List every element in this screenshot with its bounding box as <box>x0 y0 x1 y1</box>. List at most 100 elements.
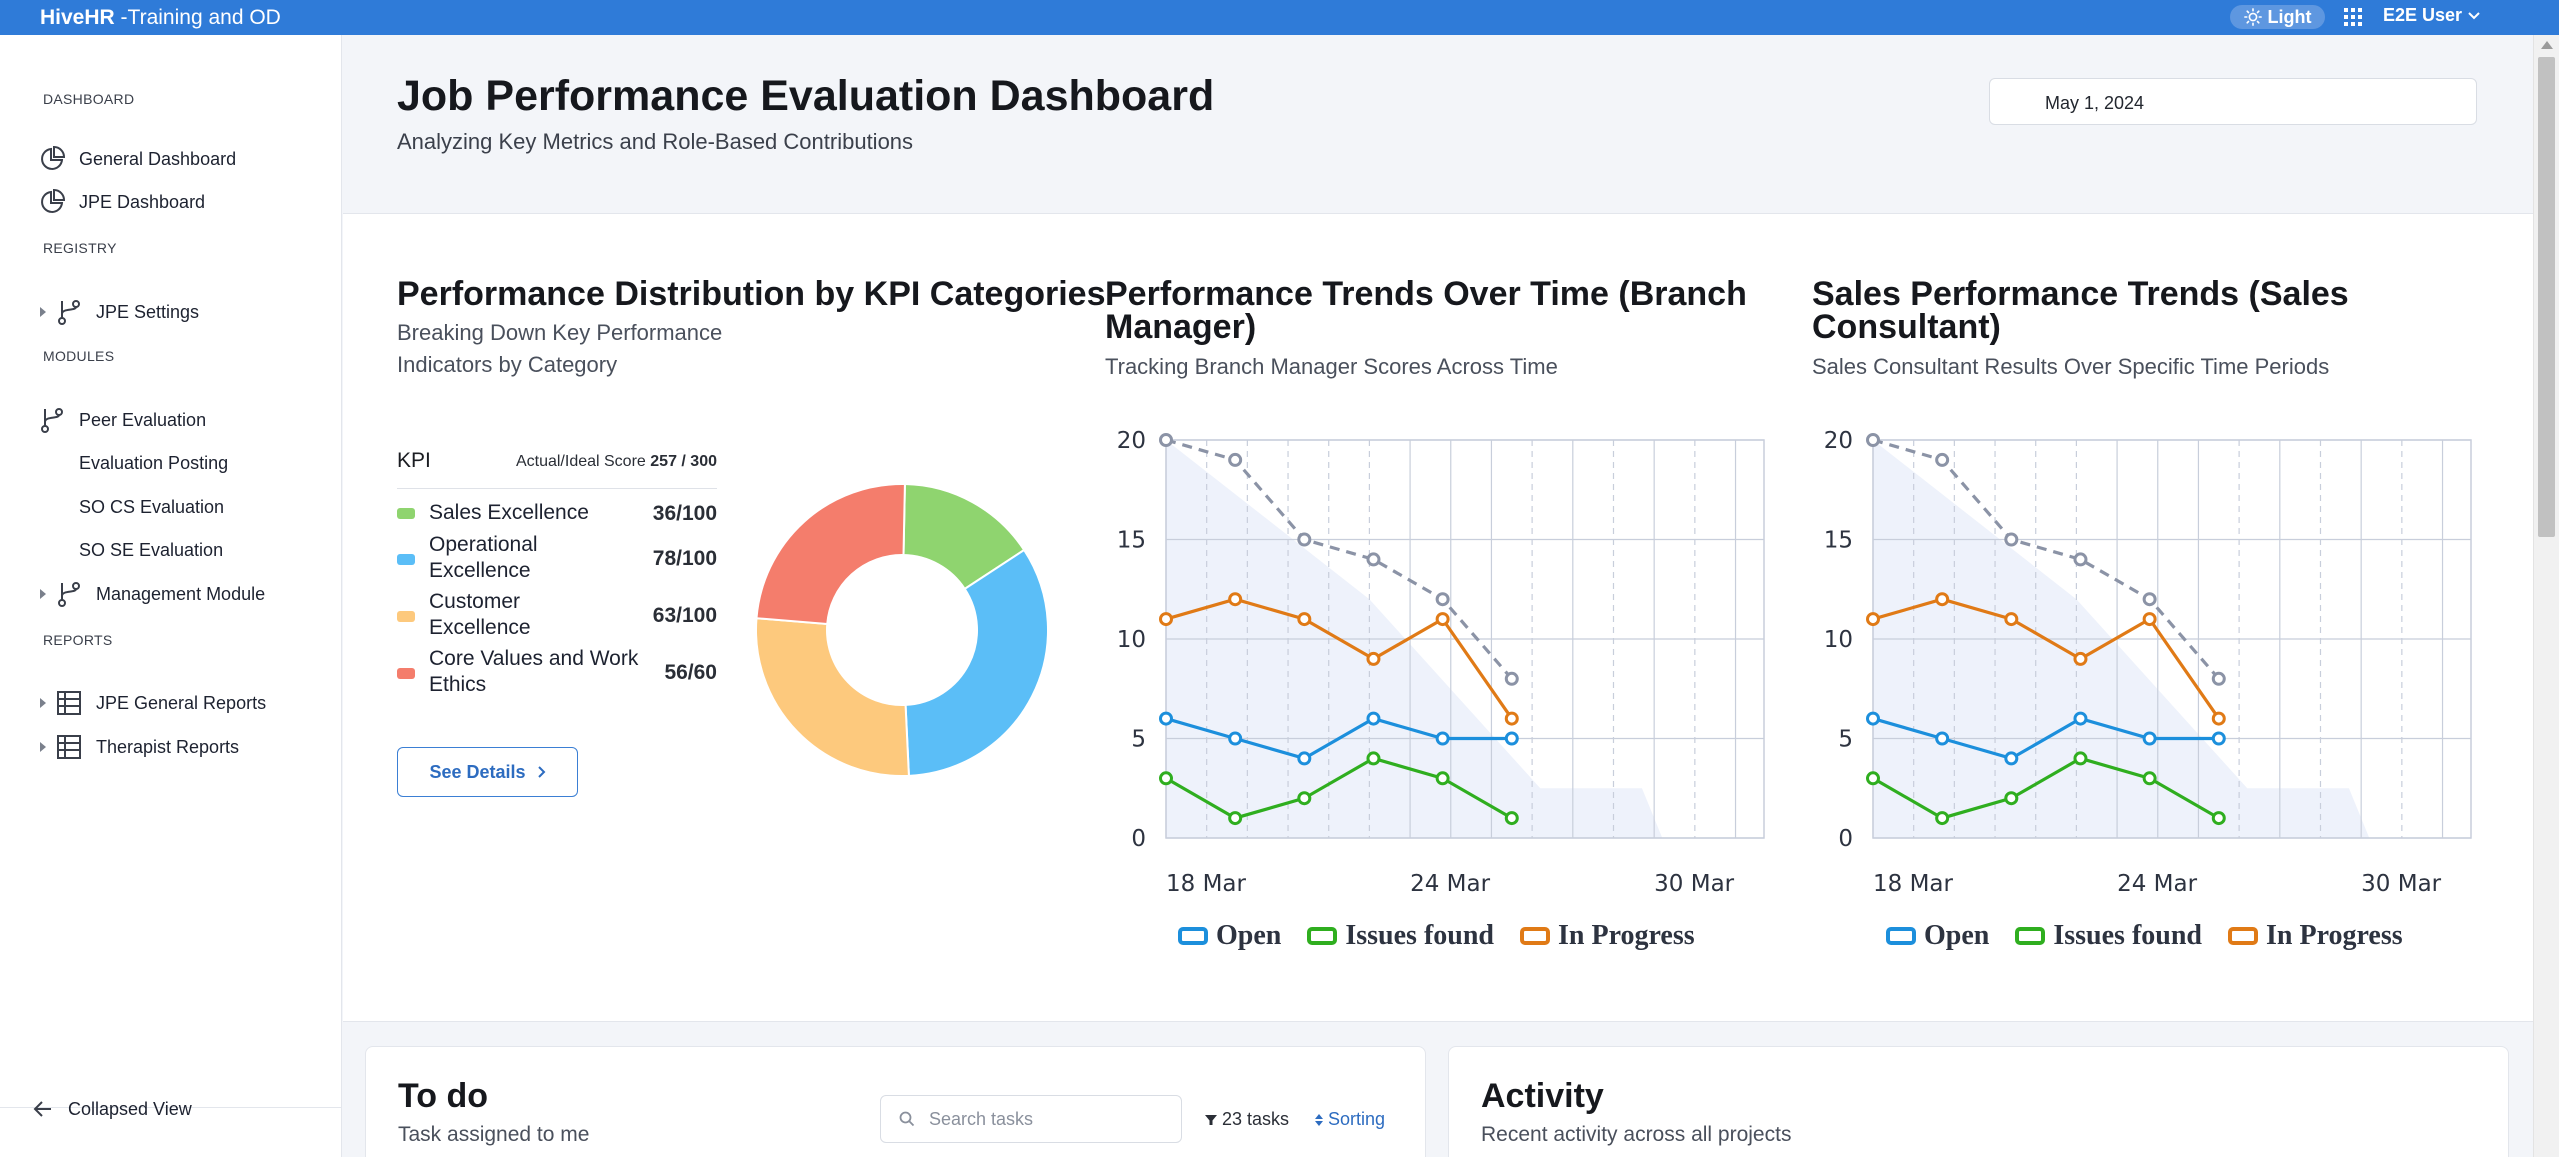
sidebar: DASHBOARD General Dashboard JPE Dashboar… <box>0 35 342 1157</box>
data-point[interactable] <box>2073 552 2088 567</box>
apps-grid-icon[interactable] <box>2343 7 2363 27</box>
data-point[interactable] <box>1228 452 1243 467</box>
x-tick-label: 18 Mar <box>1873 871 1954 897</box>
donut-slice[interactable] <box>904 548 1049 777</box>
data-point[interactable] <box>2142 592 2157 607</box>
data-point[interactable] <box>1504 671 1519 686</box>
data-point[interactable] <box>1228 592 1243 607</box>
data-point[interactable] <box>2073 751 2088 766</box>
sidebar-item-therapist-reports[interactable]: Therapist Reports <box>0 729 342 765</box>
data-point[interactable] <box>1159 771 1173 786</box>
donut-slice[interactable] <box>755 483 906 626</box>
legend-item-issues-found[interactable]: Issues found <box>1307 920 1494 952</box>
data-point[interactable] <box>2073 711 2088 726</box>
page-title: Job Performance Evaluation Dashboard <box>397 72 1215 120</box>
scroll-up-arrow[interactable] <box>2541 41 2553 49</box>
branch-icon <box>58 582 80 607</box>
legend-item-open[interactable]: Open <box>1886 920 1989 952</box>
data-point[interactable] <box>1159 711 1173 726</box>
kpi-score: 36/100 <box>652 502 717 525</box>
scrollbar[interactable] <box>2533 35 2559 1157</box>
x-tick-label: 30 Mar <box>2361 871 2442 897</box>
data-point[interactable] <box>1297 791 1312 806</box>
chevron-down-icon <box>2468 11 2480 19</box>
data-point[interactable] <box>1435 592 1450 607</box>
sidebar-item-so-cs-evaluation[interactable]: SO CS Evaluation <box>0 489 342 525</box>
sidebar-item-evaluation-posting[interactable]: Evaluation Posting <box>0 445 342 481</box>
donut-slice[interactable] <box>755 617 910 777</box>
legend-item-open[interactable]: Open <box>1178 920 1281 952</box>
data-point[interactable] <box>1159 612 1173 627</box>
data-point[interactable] <box>1297 612 1312 627</box>
task-search[interactable] <box>880 1095 1182 1143</box>
data-point[interactable] <box>2004 791 2019 806</box>
kpi-name: Customer Excellence <box>429 590 531 639</box>
data-point[interactable] <box>1866 711 1880 726</box>
data-point[interactable] <box>1366 751 1381 766</box>
x-tick-label: 24 Mar <box>1410 871 1491 897</box>
data-point[interactable] <box>2142 771 2157 786</box>
data-point[interactable] <box>2142 731 2157 746</box>
data-point[interactable] <box>1504 731 1519 746</box>
data-point[interactable] <box>1159 433 1173 447</box>
task-filter[interactable]: 23 tasks <box>1204 1109 1289 1130</box>
sales-trend-legend: Open Issues found In Progress <box>1886 920 2403 952</box>
data-point[interactable] <box>1228 811 1243 826</box>
data-point[interactable] <box>2004 751 2019 766</box>
app-brand[interactable]: HiveHR -Training and OD <box>40 6 281 30</box>
data-point[interactable] <box>1435 771 1450 786</box>
sidebar-item-jpe-settings[interactable]: JPE Settings <box>0 294 342 330</box>
data-point[interactable] <box>2211 671 2226 686</box>
data-point[interactable] <box>1297 751 1312 766</box>
data-point[interactable] <box>1935 811 1950 826</box>
y-tick-label: 20 <box>1117 428 1146 454</box>
data-point[interactable] <box>2073 651 2088 666</box>
collapse-sidebar-button[interactable]: Collapsed View <box>32 1098 192 1120</box>
activity-card: Activity Recent activity across all proj… <box>1448 1046 2509 1157</box>
sidebar-item-general-dashboard[interactable]: General Dashboard <box>0 141 342 177</box>
legend-item-issues-found[interactable]: Issues found <box>2015 920 2202 952</box>
data-point[interactable] <box>1504 811 1519 826</box>
data-point[interactable] <box>1297 532 1312 547</box>
data-point[interactable] <box>1366 711 1381 726</box>
sidebar-item-management-module[interactable]: Management Module <box>0 576 342 612</box>
see-details-button[interactable]: See Details <box>397 747 578 797</box>
x-tick-label: 30 Mar <box>1654 871 1735 897</box>
todo-card: To do Task assigned to me 23 tasks Sorti… <box>365 1046 1426 1157</box>
data-point[interactable] <box>1935 452 1950 467</box>
sidebar-item-so-se-evaluation[interactable]: SO SE Evaluation <box>0 532 342 568</box>
data-point[interactable] <box>2211 811 2226 826</box>
legend-swatch <box>397 611 415 622</box>
data-point[interactable] <box>1435 612 1450 627</box>
kpi-score: 78/100 <box>652 547 717 570</box>
data-point[interactable] <box>2004 612 2019 627</box>
data-point[interactable] <box>1504 711 1519 726</box>
sidebar-item-jpe-general-reports[interactable]: JPE General Reports <box>0 685 342 721</box>
data-point[interactable] <box>2142 612 2157 627</box>
theme-toggle[interactable]: Light <box>2230 5 2325 29</box>
data-point[interactable] <box>2211 731 2226 746</box>
sidebar-item-jpe-dashboard[interactable]: JPE Dashboard <box>0 184 342 220</box>
user-menu[interactable]: E2E User <box>2383 5 2481 26</box>
sidebar-item-peer-evaluation[interactable]: Peer Evaluation <box>0 402 342 438</box>
data-point[interactable] <box>2004 532 2019 547</box>
data-point[interactable] <box>1866 433 1880 447</box>
legend-item-in-progress[interactable]: In Progress <box>2228 920 2403 952</box>
data-point[interactable] <box>2211 711 2226 726</box>
date-picker[interactable]: May 1, 2024 <box>1989 78 2477 125</box>
sun-icon <box>2243 8 2262 26</box>
data-point[interactable] <box>1935 731 1950 746</box>
scrollbar-thumb[interactable] <box>2538 57 2555 537</box>
data-point[interactable] <box>1935 592 1950 607</box>
sorting-button[interactable]: Sorting <box>1314 1109 1385 1130</box>
search-input[interactable] <box>929 1108 1159 1130</box>
data-point[interactable] <box>1228 731 1243 746</box>
legend-item-in-progress[interactable]: In Progress <box>1520 920 1695 952</box>
data-point[interactable] <box>1366 651 1381 666</box>
data-point[interactable] <box>1366 552 1381 567</box>
data-point[interactable] <box>1866 771 1880 786</box>
chevron-right-icon <box>537 766 545 778</box>
data-point[interactable] <box>1866 612 1880 627</box>
y-tick-label: 0 <box>1838 826 1853 852</box>
data-point[interactable] <box>1435 731 1450 746</box>
